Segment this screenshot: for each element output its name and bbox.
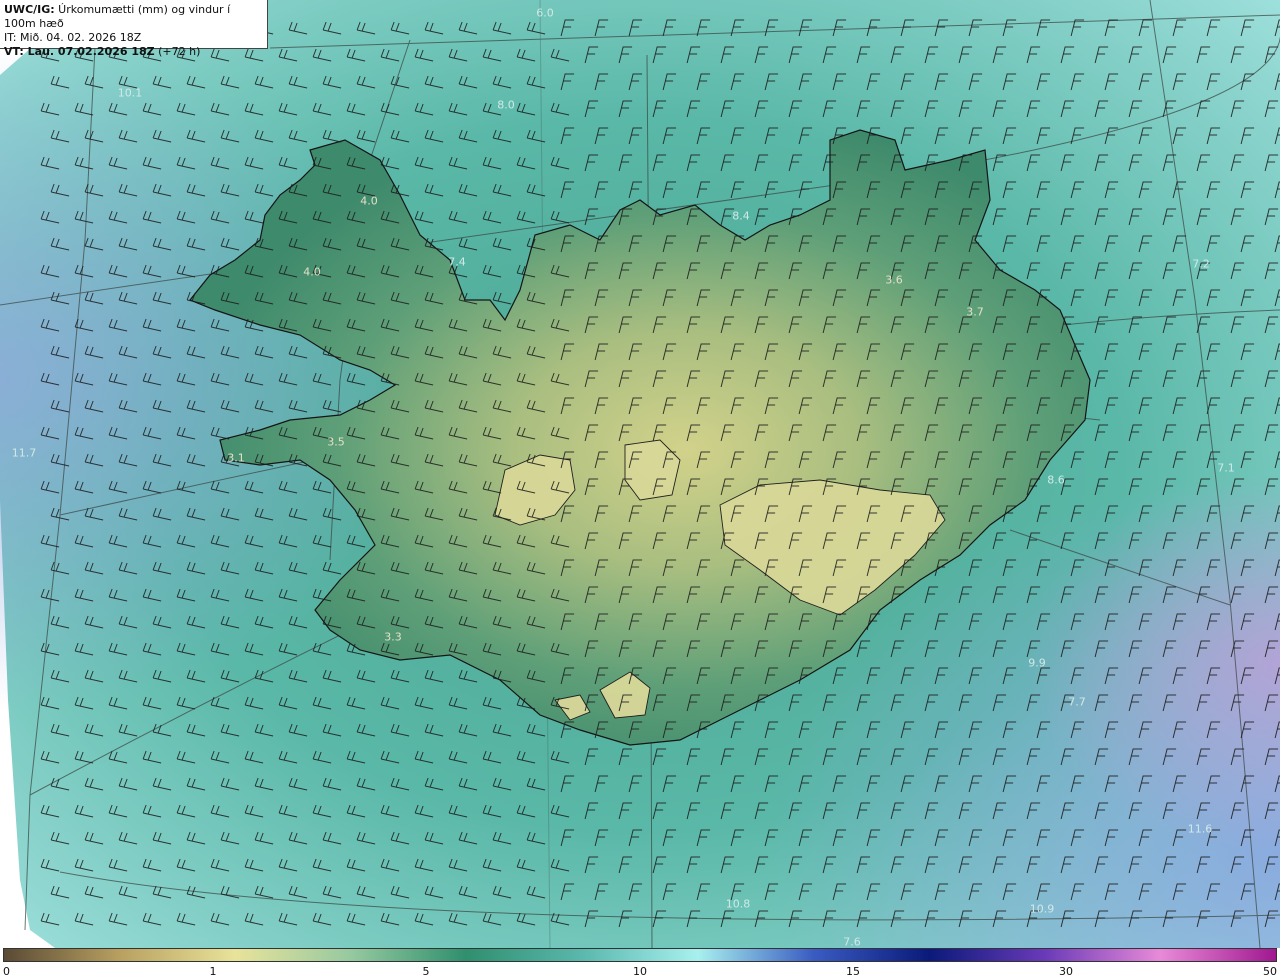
value-label: 8.4 [732, 209, 750, 223]
value-label: 3.7 [966, 305, 984, 319]
value-label: 7.4 [448, 255, 466, 269]
value-label: 3.1 [227, 451, 245, 465]
colorbar-tick: 15 [846, 965, 860, 978]
value-label: 4.0 [360, 194, 378, 208]
value-label: 3.3 [384, 630, 402, 644]
colorbar-tick: 0 [3, 965, 10, 978]
header-init-time: IT: Mið. 04. 02. 2026 18Z [4, 31, 142, 44]
value-label: 10.9 [1029, 902, 1055, 916]
value-label: 4.0 [303, 265, 321, 279]
map-canvas [0, 0, 1280, 948]
value-label: 8.0 [497, 98, 515, 112]
colorbar-gradient [3, 948, 1277, 962]
precipitation-map: UWC/IG: Úrkomumætti (mm) og vindur í 100… [0, 0, 1280, 948]
colorbar-tick: 1 [209, 965, 217, 978]
header-lead-time: (+72 h) [154, 45, 201, 58]
header-model: UWC/IG: [4, 3, 55, 16]
value-label: 8.6 [1047, 473, 1065, 487]
header-valid-time: VT: Lau. 07.02.2026 18Z [4, 45, 155, 58]
value-label: 7.7 [1068, 695, 1086, 709]
map-header: UWC/IG: Úrkomumætti (mm) og vindur í 100… [0, 0, 268, 58]
value-label: 11.7 [11, 446, 37, 460]
value-label: 10.1 [117, 86, 143, 100]
value-label: 3.6 [885, 273, 903, 287]
value-label: 6.0 [536, 6, 554, 20]
colorbar-tick: 5 [422, 965, 430, 978]
colorbar-tick: 30 [1059, 965, 1073, 978]
value-label: 11.6 [1187, 822, 1213, 836]
colorbar-tick: 50 [1263, 965, 1277, 978]
value-label: 7.6 [843, 935, 861, 949]
colorbar-tick: 10 [633, 965, 647, 978]
value-label: 7.1 [1217, 461, 1235, 475]
value-label: 9.9 [1028, 656, 1046, 670]
colorbar: 0 1 5 10 15 30 50 [0, 948, 1280, 978]
value-label: 3.5 [327, 435, 345, 449]
value-label: 7.2 [1192, 257, 1210, 271]
value-label: 10.8 [725, 897, 751, 911]
